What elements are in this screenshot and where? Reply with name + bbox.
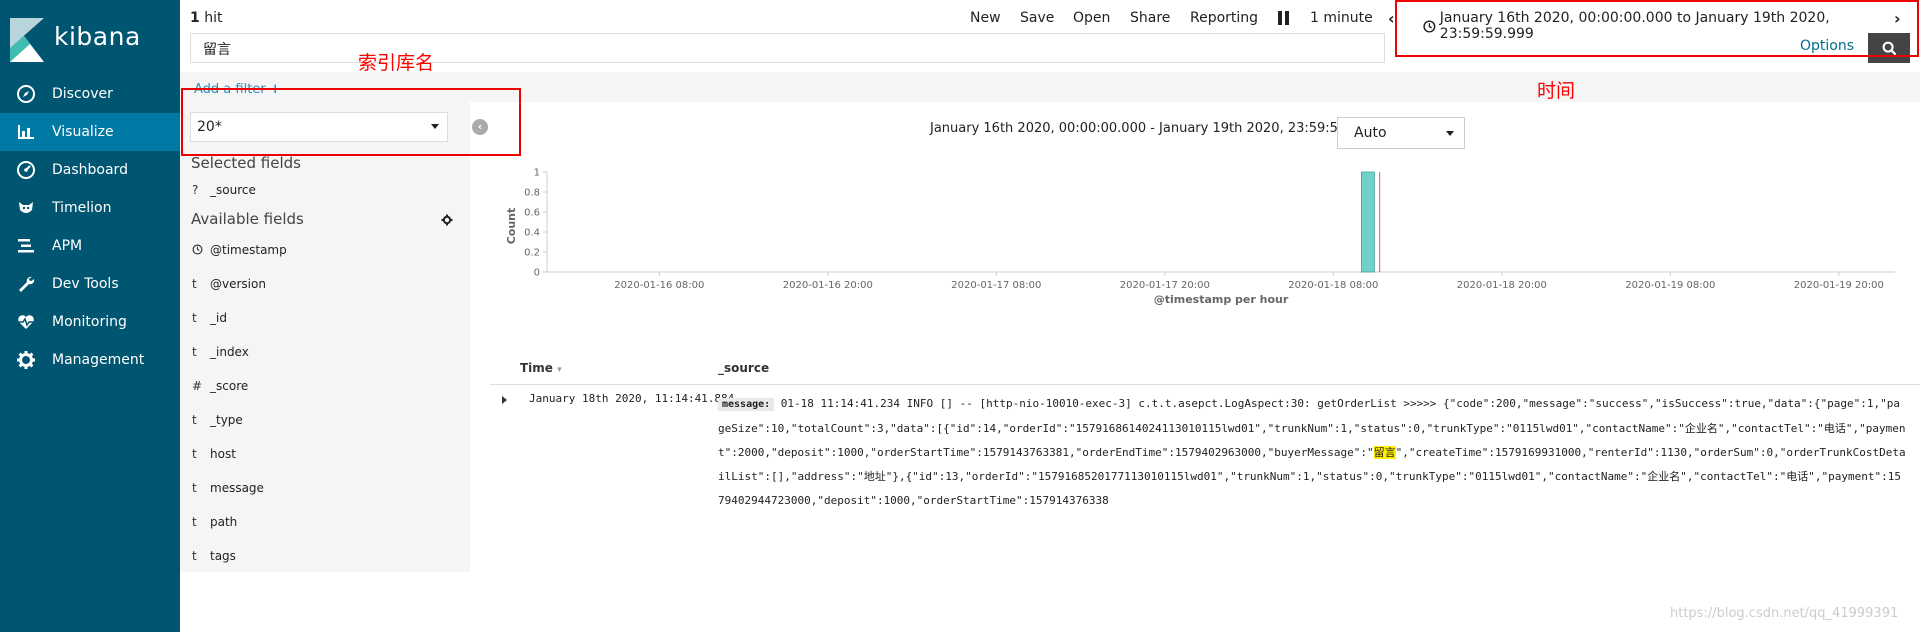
sort-icon: ▾ — [557, 365, 562, 375]
column-header-time[interactable]: Time ▾ — [520, 361, 562, 375]
y-tick-label: 0.4 — [524, 228, 540, 239]
field-type-string: t — [192, 311, 197, 325]
annotation-box-time — [1395, 0, 1919, 57]
watermark: https://blog.csdn.net/qq_41999391 — [1670, 606, 1899, 621]
apm-icon — [0, 236, 52, 256]
field-type-unknown: ? — [192, 183, 199, 197]
field-item-message[interactable]: t message — [192, 481, 264, 495]
clock-icon — [192, 243, 210, 257]
y-tick-label: 0.8 — [524, 188, 540, 199]
x-tick-label: 2020-01-16 08:00 — [614, 280, 704, 291]
nav-label: Timelion — [52, 200, 112, 216]
nav-item-timelion[interactable]: Timelion — [0, 189, 180, 227]
nav-item-dashboard[interactable]: Dashboard — [0, 151, 180, 189]
caret-down-icon — [1446, 131, 1454, 136]
field-item-host[interactable]: t host — [192, 447, 236, 461]
annotation-time-label: 时间 — [1537, 80, 1576, 102]
gear-icon — [0, 350, 52, 370]
nav-label: Visualize — [52, 124, 114, 140]
nav-item-discover[interactable]: Discover — [0, 75, 180, 113]
table-header: Time ▾ _source — [490, 355, 1920, 385]
hits-count: 1 hit — [190, 10, 223, 26]
chart-time-range: January 16th 2020, 00:00:00.000 - Januar… — [930, 121, 1393, 136]
field-type-string: t — [192, 515, 197, 529]
chevron-left-icon[interactable]: ‹ — [1388, 9, 1395, 28]
wrench-icon — [0, 274, 52, 294]
expand-row-icon[interactable] — [502, 396, 507, 404]
x-tick-label: 2020-01-19 20:00 — [1794, 280, 1884, 291]
search-highlight: 留言 — [1373, 446, 1396, 459]
bar-chart-icon — [0, 122, 52, 142]
nav-label: Dev Tools — [52, 276, 119, 292]
nav-label: Discover — [52, 86, 113, 102]
field-item-type[interactable]: t _type — [192, 413, 243, 427]
share-button[interactable]: Share — [1130, 10, 1170, 26]
timelion-icon — [0, 198, 52, 218]
field-item-source[interactable]: ? _source — [192, 183, 256, 197]
gear-icon[interactable] — [441, 214, 453, 226]
field-type-string: t — [192, 413, 197, 427]
x-tick-label: 2020-01-17 20:00 — [1120, 280, 1210, 291]
field-type-number: # — [192, 379, 203, 393]
field-item-path[interactable]: t path — [192, 515, 237, 529]
nav-item-management[interactable]: Management — [0, 341, 180, 379]
discover-main: January 16th 2020, 00:00:00.000 - Januar… — [470, 102, 1920, 632]
refresh-interval-button[interactable]: 1 minute — [1310, 10, 1373, 26]
nav-label: APM — [52, 238, 83, 254]
nav-item-monitoring[interactable]: Monitoring — [0, 303, 180, 341]
row-source: message: 01-18 11:14:41.234 INFO [] -- [… — [718, 397, 1906, 507]
interval-select[interactable]: Auto — [1337, 117, 1465, 149]
x-axis-label: @timestamp per hour — [1154, 293, 1289, 306]
field-item-version[interactable]: t @version — [192, 277, 266, 291]
interval-value: Auto — [1354, 125, 1387, 141]
dashboard-icon — [0, 160, 52, 180]
field-item-id[interactable]: t _id — [192, 311, 227, 325]
field-item-tags[interactable]: t tags — [192, 549, 236, 563]
y-axis-label: Count — [505, 208, 518, 245]
nav-item-apm[interactable]: APM — [0, 227, 180, 265]
field-item-timestamp[interactable]: @timestamp — [192, 243, 287, 257]
logo-text: kibana — [54, 22, 141, 51]
side-nav: kibana Discover Visualize Dashboard Time… — [0, 0, 180, 632]
open-button[interactable]: Open — [1073, 10, 1110, 26]
nav-item-visualize[interactable]: Visualize — [0, 113, 180, 151]
field-item-index[interactable]: t _index — [192, 345, 249, 359]
available-fields-title: Available fields — [191, 210, 304, 228]
y-tick-label: 1 — [534, 168, 540, 179]
y-tick-label: 0 — [534, 268, 540, 279]
field-type-string: t — [192, 481, 197, 495]
x-tick-label: 2020-01-18 08:00 — [1288, 280, 1378, 291]
heartbeat-icon — [0, 312, 52, 332]
selected-fields-title: Selected fields — [191, 154, 301, 172]
x-tick-label: 2020-01-16 20:00 — [783, 280, 873, 291]
field-type-string: t — [192, 345, 197, 359]
annotation-box-index — [181, 88, 521, 156]
field-type-string: t — [192, 549, 197, 563]
field-type-string: t — [192, 447, 197, 461]
y-tick-label: 0.6 — [524, 208, 540, 219]
kibana-logo-icon — [10, 18, 44, 62]
reporting-button[interactable]: Reporting — [1190, 10, 1258, 26]
save-button[interactable]: Save — [1020, 10, 1054, 26]
row-time: January 18th 2020, 11:14:41.884 — [529, 392, 735, 405]
nav-label: Management — [52, 352, 145, 368]
x-tick-label: 2020-01-19 08:00 — [1625, 280, 1715, 291]
source-field-key: message: — [718, 398, 775, 411]
x-tick-label: 2020-01-17 08:00 — [951, 280, 1041, 291]
nav-label: Dashboard — [52, 162, 128, 178]
nav-item-dev-tools[interactable]: Dev Tools — [0, 265, 180, 303]
nav-label: Monitoring — [52, 314, 127, 330]
y-tick-label: 0.2 — [524, 248, 540, 259]
new-button[interactable]: New — [970, 10, 1001, 26]
annotation-index-label: 索引库名 — [358, 52, 435, 74]
field-type-string: t — [192, 277, 197, 291]
x-tick-label: 2020-01-18 20:00 — [1457, 280, 1547, 291]
histogram-bar — [1361, 171, 1375, 273]
column-header-source[interactable]: _source — [718, 361, 769, 375]
field-item-score[interactable]: # _score — [192, 379, 248, 393]
field-sidebar: 20* ‹ Selected fields ? _source Availabl… — [180, 102, 488, 572]
kibana-logo[interactable]: kibana — [10, 18, 180, 62]
compass-icon — [0, 84, 52, 104]
pause-icon[interactable] — [1277, 11, 1291, 25]
